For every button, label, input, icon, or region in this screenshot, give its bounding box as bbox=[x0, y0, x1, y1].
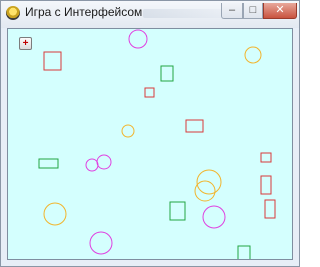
game-canvas[interactable]: + bbox=[7, 28, 293, 260]
magenta-circle[interactable] bbox=[202, 205, 226, 229]
red-rectangle[interactable] bbox=[260, 175, 272, 195]
maximize-button[interactable]: □ bbox=[243, 3, 263, 19]
magenta-circle[interactable] bbox=[96, 154, 112, 170]
shapes-layer bbox=[38, 29, 276, 259]
magenta-circle[interactable] bbox=[89, 231, 113, 255]
minimize-button[interactable]: – bbox=[221, 3, 243, 19]
magenta-circle[interactable] bbox=[85, 158, 99, 172]
orange-circle[interactable] bbox=[244, 46, 262, 64]
background-window-ghost bbox=[143, 9, 223, 18]
close-button[interactable]: ✕ bbox=[263, 3, 297, 19]
green-rectangle[interactable] bbox=[38, 158, 59, 169]
green-rectangle[interactable] bbox=[169, 201, 186, 221]
red-rectangle[interactable] bbox=[185, 119, 204, 133]
title-bar[interactable]: Игра с Интерфейсом – □ ✕ bbox=[1, 1, 299, 28]
red-rectangle[interactable] bbox=[144, 87, 155, 98]
app-window: Игра с Интерфейсом – □ ✕ + bbox=[0, 0, 300, 267]
green-rectangle[interactable] bbox=[160, 65, 174, 82]
orange-circle[interactable] bbox=[43, 202, 67, 226]
orange-circle[interactable] bbox=[121, 124, 135, 138]
app-icon bbox=[6, 6, 20, 20]
orange-circle[interactable] bbox=[194, 180, 216, 202]
green-rectangle[interactable] bbox=[237, 245, 251, 259]
red-rectangle[interactable] bbox=[43, 51, 62, 71]
window-title: Игра с Интерфейсом bbox=[25, 5, 143, 19]
red-rectangle[interactable] bbox=[260, 152, 272, 163]
red-rectangle[interactable] bbox=[264, 199, 276, 219]
magenta-circle[interactable] bbox=[128, 29, 148, 49]
